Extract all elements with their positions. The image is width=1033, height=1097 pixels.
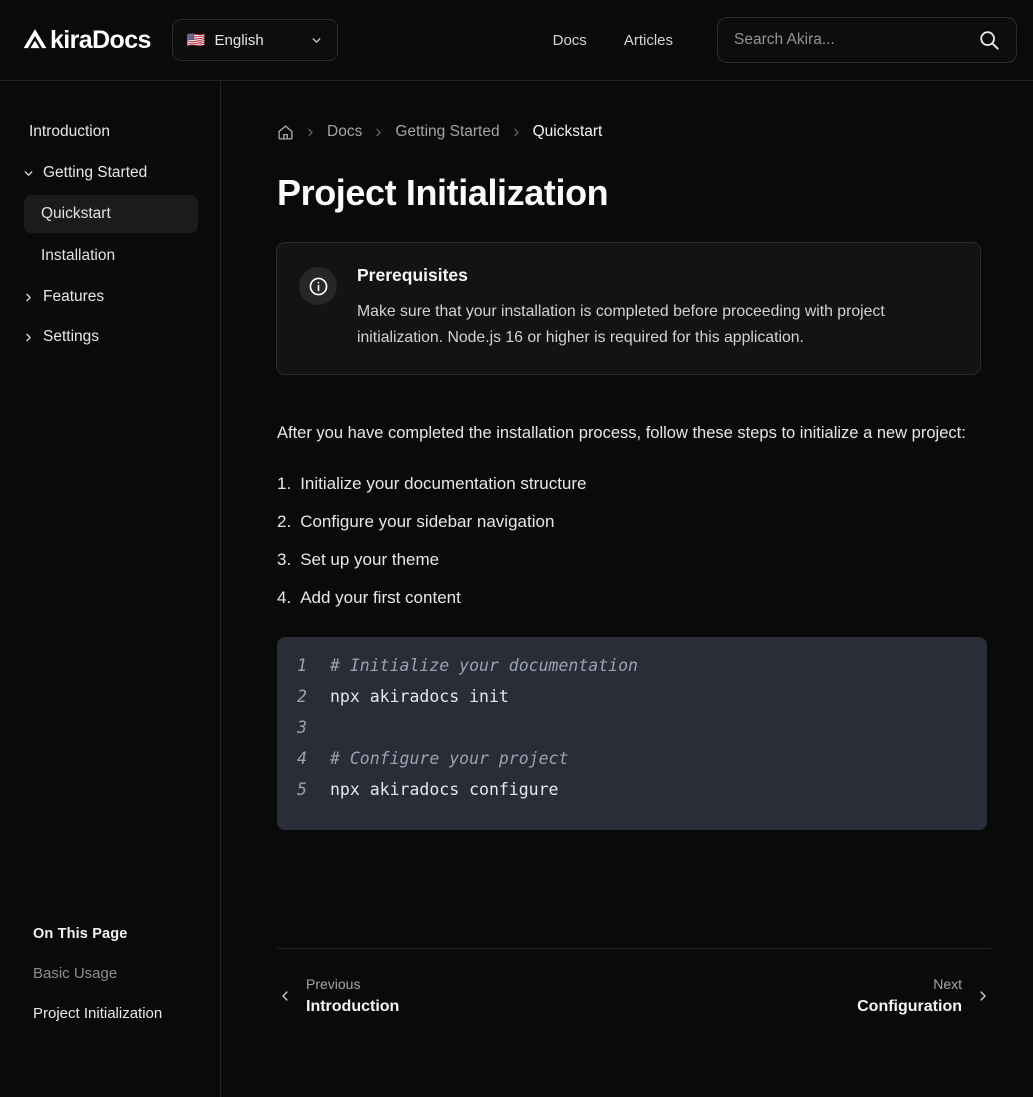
list-item: 2. Configure your sidebar navigation (277, 512, 1033, 532)
chevron-down-icon (22, 167, 35, 180)
step-number: 2. (277, 512, 291, 532)
callout-text: Prerequisites Make sure that your instal… (357, 265, 956, 350)
line-number: 1 (297, 656, 330, 675)
sidebar-item-label: Introduction (29, 123, 110, 141)
logo[interactable]: kiraDocs (22, 27, 151, 53)
chevron-right-icon (510, 126, 523, 139)
on-this-page: On This Page Basic Usage Project Initial… (0, 926, 221, 1022)
next-page-text: Next Configuration (857, 976, 962, 1016)
footer-divider (277, 948, 991, 949)
home-icon[interactable] (277, 124, 294, 141)
chevron-right-icon (372, 126, 385, 139)
code-line: 3 (277, 718, 987, 749)
previous-title: Introduction (306, 998, 399, 1016)
code-line: 1 # Initialize your documentation (277, 656, 987, 687)
code-text: # Initialize your documentation (330, 656, 638, 675)
chevron-right-icon (22, 291, 35, 304)
step-number: 3. (277, 550, 291, 570)
logo-text: kiraDocs (50, 28, 151, 53)
sidebar: Introduction Getting Started Quickstart … (0, 81, 221, 1097)
us-flag-icon: 🇺🇸 (187, 33, 206, 48)
sidebar-item-label: Quickstart (41, 205, 111, 223)
sidebar-item-label: Getting Started (43, 164, 147, 182)
line-number: 5 (297, 780, 330, 799)
chevron-down-icon (310, 34, 323, 47)
breadcrumb-item-getting-started[interactable]: Getting Started (395, 123, 499, 141)
breadcrumb-item-docs[interactable]: Docs (327, 123, 362, 141)
footer-navigation: Previous Introduction Next Configuration (277, 976, 991, 1016)
callout-icon-wrap (299, 267, 337, 305)
steps-list: 1. Initialize your documentation structu… (277, 474, 1033, 608)
on-this-page-item-project-initialization[interactable]: Project Initialization (33, 1005, 199, 1022)
previous-page-text: Previous Introduction (306, 976, 399, 1016)
step-text: Configure your sidebar navigation (300, 512, 554, 532)
code-text: npx akiradocs init (330, 687, 509, 706)
list-item: 4. Add your first content (277, 588, 1033, 608)
list-item: 1. Initialize your documentation structu… (277, 474, 1033, 494)
next-label: Next (933, 976, 962, 992)
list-item: 3. Set up your theme (277, 550, 1033, 570)
site-header: kiraDocs 🇺🇸 English Docs Articles (0, 0, 1033, 81)
step-number: 4. (277, 588, 291, 608)
line-number: 3 (297, 718, 330, 737)
code-text: # Configure your project (330, 749, 568, 768)
step-text: Set up your theme (300, 550, 439, 570)
sidebar-item-label: Features (43, 288, 104, 306)
line-number: 2 (297, 687, 330, 706)
sidebar-item-quickstart[interactable]: Quickstart (24, 195, 198, 233)
code-text: npx akiradocs configure (330, 780, 558, 799)
prerequisites-callout: Prerequisites Make sure that your instal… (276, 242, 981, 375)
sidebar-group-getting-started[interactable]: Getting Started (22, 155, 198, 191)
sidebar-item-installation[interactable]: Installation (24, 237, 198, 275)
chevron-left-icon (277, 988, 293, 1004)
akira-chevron-logo-icon (22, 27, 48, 53)
main-content: Docs Getting Started Quickstart Project … (221, 81, 1033, 1097)
chevron-right-icon (22, 331, 35, 344)
search-input[interactable] (734, 31, 978, 49)
language-selector[interactable]: 🇺🇸 English (172, 19, 338, 61)
step-text: Initialize your documentation structure (300, 474, 586, 494)
search-icon[interactable] (978, 29, 1000, 51)
primary-nav: Docs Articles (553, 32, 673, 49)
callout-title: Prerequisites (357, 265, 956, 286)
chevron-right-icon (304, 126, 317, 139)
on-this-page-item-basic-usage[interactable]: Basic Usage (33, 965, 199, 982)
previous-label: Previous (306, 976, 360, 992)
line-number: 4 (297, 749, 330, 768)
next-page-link[interactable]: Next Configuration (857, 976, 991, 1016)
info-circle-icon (308, 276, 329, 297)
page-title: Project Initialization (277, 172, 1033, 214)
previous-page-link[interactable]: Previous Introduction (277, 976, 399, 1016)
breadcrumb-item-quickstart: Quickstart (533, 123, 603, 141)
code-line: 2 npx akiradocs init (277, 687, 987, 718)
code-line: 5 npx akiradocs configure (277, 780, 987, 811)
search-box[interactable] (717, 17, 1017, 63)
next-title: Configuration (857, 998, 962, 1016)
code-line: 4 # Configure your project (277, 749, 987, 780)
breadcrumb: Docs Getting Started Quickstart (277, 122, 1033, 142)
language-label: English (215, 32, 301, 49)
chevron-right-icon (975, 988, 991, 1004)
nav-link-docs[interactable]: Docs (553, 32, 587, 49)
sidebar-item-label: Installation (41, 247, 115, 265)
intro-paragraph: After you have completed the installatio… (277, 420, 977, 447)
nav-link-articles[interactable]: Articles (624, 32, 673, 49)
code-block[interactable]: 1 # Initialize your documentation 2 npx … (277, 637, 987, 830)
on-this-page-title: On This Page (33, 926, 199, 942)
sidebar-item-introduction[interactable]: Introduction (22, 114, 198, 150)
step-text: Add your first content (300, 588, 461, 608)
callout-body: Make sure that your installation is comp… (357, 299, 956, 350)
sidebar-group-features[interactable]: Features (22, 279, 198, 315)
step-number: 1. (277, 474, 291, 494)
sidebar-item-label: Settings (43, 328, 99, 346)
sidebar-group-settings[interactable]: Settings (22, 319, 198, 355)
